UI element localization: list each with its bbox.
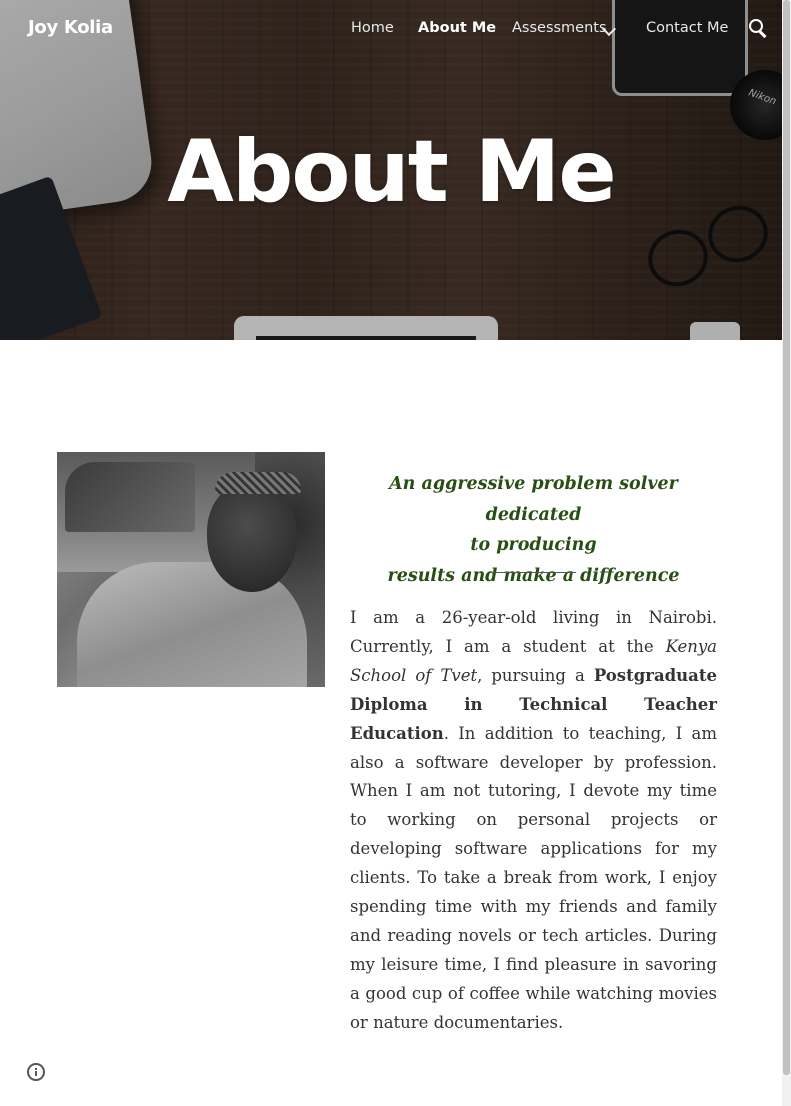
bio-text-3: . In addition to teaching, I am also a s… [350, 723, 717, 1032]
nav-about-me[interactable]: About Me [418, 20, 496, 36]
hero-banner: Nikon Joy Kolia Home About Me Assessment… [0, 0, 782, 340]
tagline-line-3: results and make a difference [387, 565, 680, 586]
page-title: About Me [167, 122, 616, 222]
profile-photo [57, 452, 325, 687]
photo-person-face [207, 482, 297, 592]
tagline-line-2: to producing [470, 535, 597, 555]
search-icon-handle [759, 30, 767, 38]
tagline-line-1: An aggressive problem solver dedicated [389, 474, 678, 525]
nav-contact-me[interactable]: Contact Me [646, 20, 728, 36]
photo-car-window [65, 462, 195, 532]
search-icon[interactable] [748, 18, 768, 38]
bio-text-2: , pursuing a [477, 665, 594, 685]
page: Nikon Joy Kolia Home About Me Assessment… [0, 0, 791, 1106]
nav-assessments[interactable]: Assessments [512, 20, 607, 36]
bio-text-1: I am a 26-year-old living in Nairobi. Cu… [350, 608, 717, 656]
info-icon[interactable] [27, 1063, 45, 1081]
scrollbar-thumb[interactable] [783, 0, 790, 1075]
section-divider [492, 572, 576, 573]
site-title[interactable]: Joy Kolia [28, 17, 113, 38]
photo-person-headband [215, 472, 301, 494]
nav-home[interactable]: Home [351, 20, 394, 36]
bio-paragraph: I am a 26-year-old living in Nairobi. Cu… [350, 604, 717, 1038]
